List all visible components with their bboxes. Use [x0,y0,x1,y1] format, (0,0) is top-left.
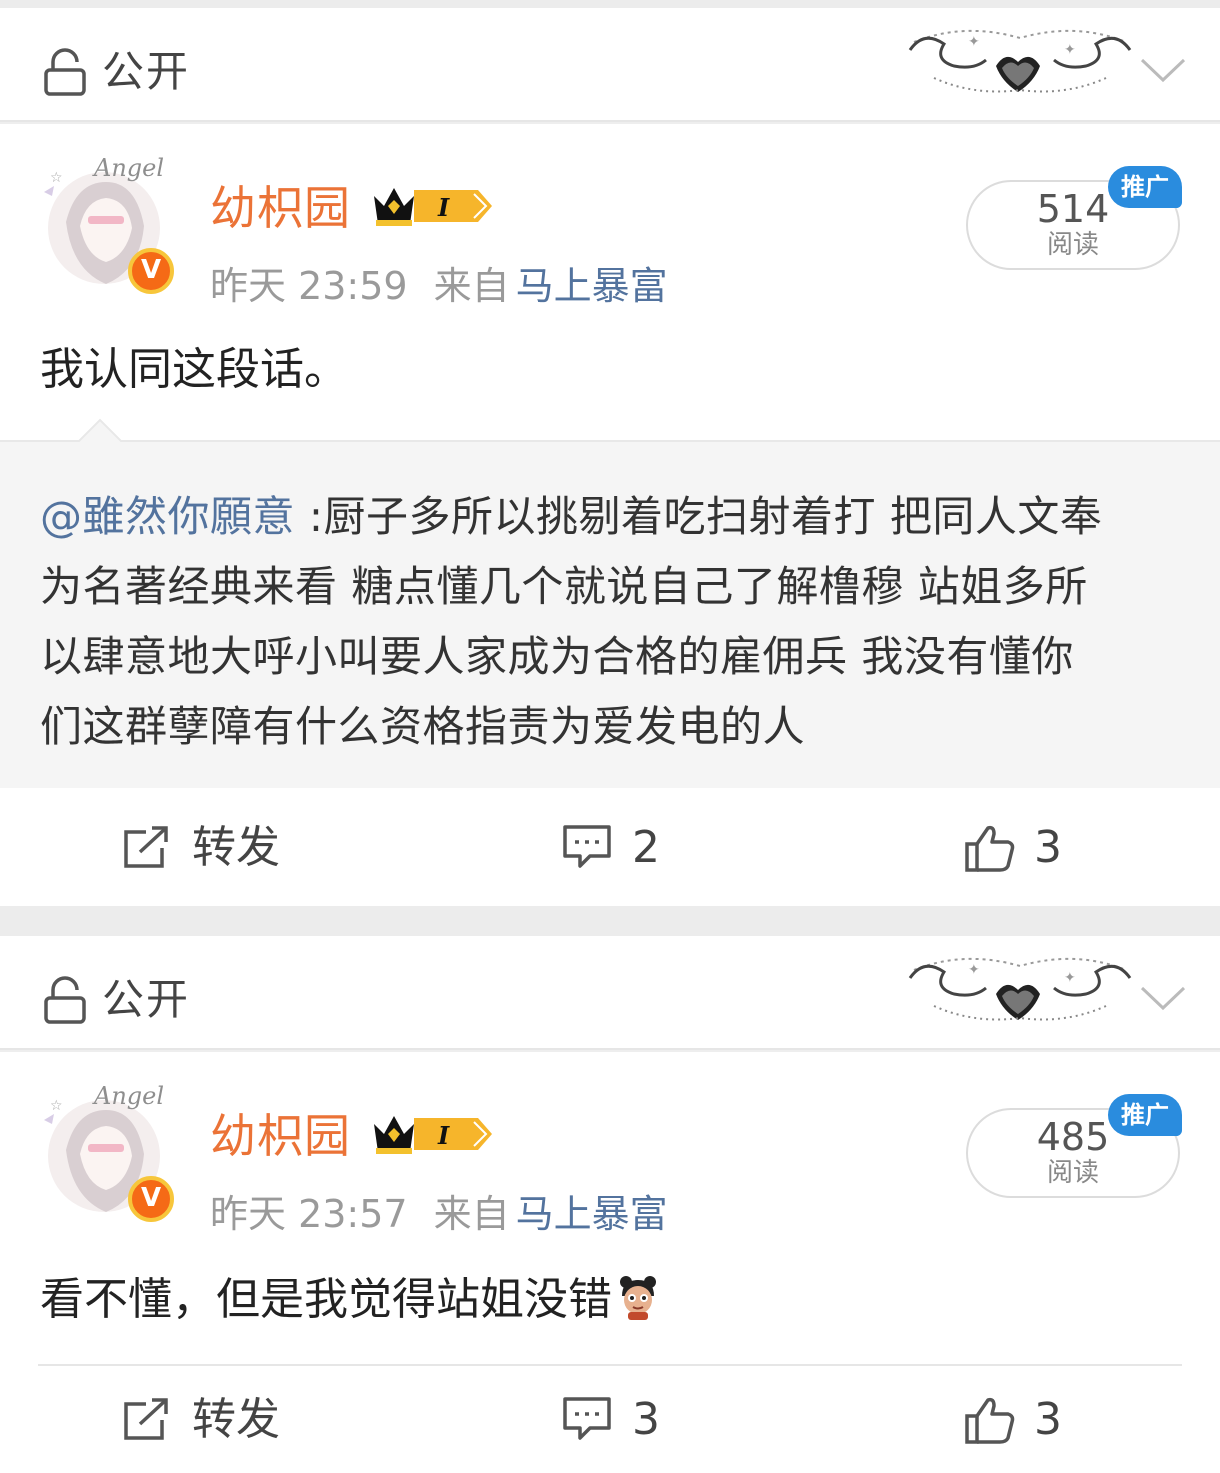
read-label: 阅读 [1046,230,1099,260]
username[interactable]: 幼枳园 [210,1108,351,1164]
repost-icon [124,1398,168,1440]
post-meta: 昨天 23:57 来自 马上暴富 [210,1190,668,1238]
post-text-content: 看不懂，但是我觉得站姐没错 [40,1274,612,1325]
from-label: 来自 [433,1192,510,1236]
post-privacy-header[interactable]: 公开 ✦ ✦ [0,936,1220,1050]
read-label: 阅读 [1046,1158,1099,1188]
svg-text:☆: ☆ [50,170,63,186]
quote-line: 为名著经典来看 糖点懂几个就说自己了解橹穆 站姐多所 [40,562,1088,611]
avatar-text: Angel [92,154,164,182]
comment-count: 2 [632,822,660,873]
quote-line: 们这群孽障有什么资格指责为爱发电的人 [40,702,806,751]
quoted-post[interactable]: @雖然你願意 :厨子多所以挑剔着吃扫射着打 把同人文奉 为名著经典来看 糖点懂几… [0,418,1220,788]
vip-level: I [437,1121,450,1150]
post-time: 昨天 23:57 [210,1192,408,1236]
repost-label: 转发 [192,1394,280,1445]
privacy-label: 公开 [102,975,191,1024]
post-action-bar: 转发 3 3 [0,1366,1220,1473]
like-button[interactable]: 3 [964,1390,1074,1450]
heart-ornament-icon: ✦ ✦ [908,29,1132,93]
chevron-down-icon[interactable] [1138,48,1188,88]
weibo-feed: 公开 ✦ ✦ Angel ☆ V 幼枳园 I 昨天 23:59 来自 马上暴富 … [0,0,1220,1473]
quote-text: @雖然你願意 :厨子多所以挑剔着吃扫射着打 把同人文奉 为名著经典来看 糖点懂几… [40,482,1190,762]
post-card: Angel ☆ V 幼枳园 I 昨天 23:57 来自 马上暴富 485 阅读 推广… [0,1052,1220,1473]
promo-tag[interactable]: 推广 [1108,166,1182,208]
post-text: 我认同这段话。 [40,344,348,395]
top-strip [0,0,1220,8]
post-meta: 昨天 23:59 来自 马上暴富 [210,262,668,310]
emoji-kid-icon [620,1276,656,1320]
quote-notch [78,418,122,442]
quote-line: 以肆意地大呼小叫要人家成为合格的雇佣兵 我没有懂你 [40,632,1074,681]
comment-button[interactable]: 3 [562,1390,672,1450]
post-source[interactable]: 马上暴富 [516,264,668,308]
repost-label: 转发 [192,822,280,873]
vip-level: I [437,193,450,222]
repost-icon [124,826,168,868]
like-button[interactable]: 3 [964,818,1074,878]
post-text: 看不懂，但是我觉得站姐没错 [40,1270,660,1330]
comment-count: 3 [632,1394,660,1445]
repost-button[interactable]: 转发 [122,1390,302,1450]
heart-ornament-icon: ✦ ✦ [908,957,1132,1021]
privacy-label: 公开 [102,47,191,96]
promo-tag[interactable]: 推广 [1108,1094,1182,1136]
lock-icon [44,48,86,96]
post-time: 昨天 23:59 [210,264,408,308]
crown-vip-icon[interactable]: I [370,1110,496,1158]
like-count: 3 [1034,1394,1062,1445]
from-label: 来自 [433,264,510,308]
quote-line-text: :厨子多所以挑剔着吃扫射着打 把同人文奉 [295,492,1103,541]
comment-icon [563,1397,611,1440]
svg-text:✦: ✦ [1064,42,1076,58]
repost-button[interactable]: 转发 [122,818,302,878]
avatar[interactable]: Angel ☆ V [36,152,174,294]
svg-text:✦: ✦ [1064,970,1076,986]
username[interactable]: 幼枳园 [210,180,351,236]
like-count: 3 [1034,822,1062,873]
like-icon [965,1397,1015,1444]
svg-text:✦: ✦ [968,34,980,50]
post-source[interactable]: 马上暴富 [516,1192,668,1236]
lock-icon [44,976,86,1024]
post-privacy-header[interactable]: 公开 ✦ ✦ [0,8,1220,122]
verified-badge: V [128,1176,174,1222]
like-icon [965,825,1015,872]
quote-line: @雖然你願意 :厨子多所以挑剔着吃扫射着打 把同人文奉 [40,482,1190,552]
chevron-down-icon[interactable] [1138,976,1188,1016]
quote-mention[interactable]: @雖然你願意 [40,492,295,541]
comment-icon [563,825,611,868]
svg-text:✦: ✦ [968,962,980,978]
avatar-text: Angel [92,1082,164,1110]
comment-button[interactable]: 2 [562,818,672,878]
crown-vip-icon[interactable]: I [370,182,496,230]
svg-text:☆: ☆ [50,1098,63,1114]
post-separator [0,906,1220,936]
verified-badge: V [128,248,174,294]
post-card: Angel ☆ V 幼枳园 I 昨天 23:59 来自 马上暴富 514 阅读 推广… [0,124,1220,440]
avatar[interactable]: Angel ☆ V [36,1080,174,1222]
post-action-bar: 转发 2 3 [0,788,1220,906]
